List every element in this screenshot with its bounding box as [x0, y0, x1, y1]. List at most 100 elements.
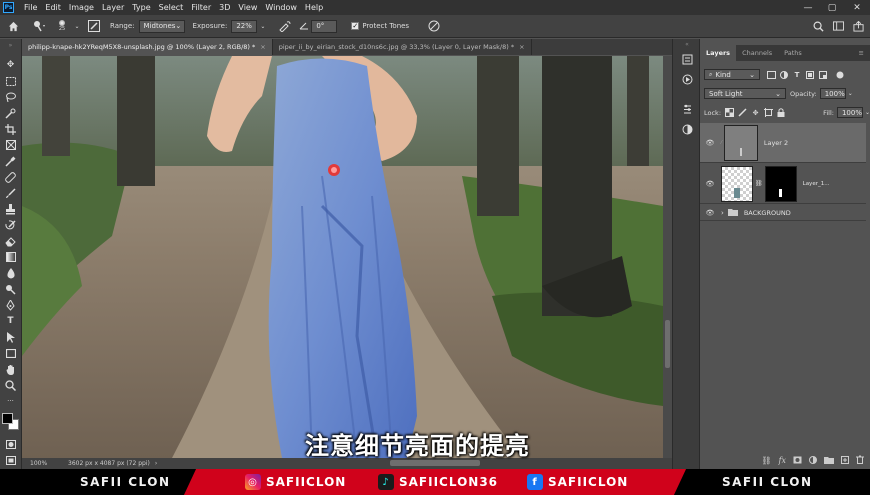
dock-collapse-icon[interactable]: « [680, 41, 694, 48]
vertical-scroll-thumb[interactable] [665, 320, 670, 368]
filter-adjustment-icon[interactable] [779, 70, 789, 80]
lock-all-icon[interactable] [776, 108, 786, 118]
layer-name[interactable]: BACKGROUND [744, 209, 791, 217]
menu-file[interactable]: File [20, 3, 41, 12]
document-canvas[interactable] [22, 56, 663, 458]
layer-row-layer-1[interactable]: 👁 ⛓ Layer_1... [700, 164, 866, 204]
zoom-level[interactable]: 100% [30, 460, 60, 467]
document-tab-active[interactable]: philipp-knape-hk2YReqM5X8-unsplash.jpg @… [22, 39, 273, 55]
new-layer-icon[interactable] [841, 455, 849, 466]
group-expand-chevron-icon[interactable]: › [721, 209, 724, 217]
layer-row-background-group[interactable]: 👁 › BACKGROUND [700, 205, 866, 221]
clone-stamp-tool-icon[interactable] [3, 202, 18, 216]
add-mask-icon[interactable] [793, 456, 802, 466]
visibility-eye-icon[interactable]: 👁 [705, 180, 715, 188]
zoom-tool-icon[interactable] [3, 378, 18, 392]
screen-mode-icon[interactable] [3, 453, 18, 467]
visibility-eye-icon[interactable]: 👁 [705, 209, 715, 217]
new-group-icon[interactable] [824, 456, 834, 466]
history-panel-icon[interactable] [680, 52, 694, 66]
layer-row-layer-2[interactable]: 👁 ⁄ Layer 2 [700, 123, 866, 163]
panel-menu-icon[interactable]: ≡ [853, 45, 870, 61]
document-info[interactable]: 3602 px x 4087 px (72 ppi) [68, 460, 150, 467]
close-tab-icon[interactable]: × [260, 43, 265, 51]
rectangle-tool-icon[interactable] [3, 346, 18, 360]
close-window-button[interactable]: ✕ [845, 0, 869, 15]
fill-chevron-icon[interactable]: ⌄ [865, 109, 870, 116]
dodge-tool-preset-button[interactable] [26, 15, 52, 38]
edit-toolbar-icon[interactable]: ··· [3, 394, 18, 408]
close-tab-icon[interactable]: × [519, 43, 524, 51]
dodge-tool-icon[interactable] [3, 282, 18, 296]
vertical-scrollbar[interactable] [663, 56, 672, 458]
lock-artboard-icon[interactable] [763, 108, 773, 118]
airbrush-button[interactable] [271, 15, 297, 38]
opacity-chevron-icon[interactable]: ⌄ [848, 90, 853, 97]
brush-settings-button[interactable] [82, 15, 106, 38]
fill-input[interactable]: 100% [836, 107, 863, 118]
document-tab[interactable]: piper_ii_by_eirian_stock_d10ns6c.jpg @ 3… [273, 39, 532, 55]
share-button[interactable] [850, 15, 866, 38]
tab-channels[interactable]: Channels [736, 45, 778, 61]
lasso-tool-icon[interactable] [3, 90, 18, 104]
new-adjustment-layer-icon[interactable] [809, 455, 817, 466]
status-chevron-icon[interactable]: › [155, 460, 157, 467]
lock-position-icon[interactable]: ✥ [751, 108, 761, 118]
menu-3d[interactable]: 3D [215, 3, 234, 12]
link-layers-icon[interactable]: ⛓ [761, 456, 771, 465]
lock-image-pixels-icon[interactable] [738, 108, 748, 118]
menu-select[interactable]: Select [155, 3, 188, 12]
adjustments-panel-icon[interactable] [680, 122, 694, 136]
frame-tool-icon[interactable] [3, 138, 18, 152]
home-button[interactable] [0, 15, 26, 38]
hand-tool-icon[interactable] [3, 362, 18, 376]
visibility-eye-icon[interactable]: 👁 [705, 139, 715, 147]
filter-shape-icon[interactable] [805, 70, 815, 80]
brush-dropdown-chevron-icon[interactable]: ⌄ [72, 15, 82, 38]
move-tool-icon[interactable]: ✥ [3, 58, 18, 72]
blend-mode-select[interactable]: Soft Light ⌄ [704, 88, 786, 99]
tab-paths[interactable]: Paths [778, 45, 808, 61]
maximize-button[interactable]: ▢ [820, 0, 844, 15]
quick-selection-tool-icon[interactable] [3, 106, 18, 120]
menu-layer[interactable]: Layer [98, 3, 128, 12]
range-select[interactable]: Midtones ⌄ [138, 19, 185, 33]
layer-style-icon[interactable]: fx [779, 456, 786, 465]
workspace-button[interactable] [830, 15, 846, 38]
path-selection-tool-icon[interactable] [3, 330, 18, 344]
filter-type-icon[interactable]: T [792, 70, 802, 80]
eyedropper-tool-icon[interactable] [3, 154, 18, 168]
history-brush-tool-icon[interactable] [3, 218, 18, 232]
eraser-tool-icon[interactable] [3, 234, 18, 248]
pen-tool-icon[interactable] [3, 298, 18, 312]
brush-tool-icon[interactable] [3, 186, 18, 200]
quick-mask-icon[interactable] [3, 437, 18, 451]
lock-transparent-pixels-icon[interactable] [725, 108, 735, 118]
pressure-size-button[interactable] [417, 15, 451, 38]
exposure-input[interactable]: 22% [231, 19, 258, 33]
marquee-tool-icon[interactable] [3, 74, 18, 88]
menu-image[interactable]: Image [65, 3, 98, 12]
filter-kind-select[interactable]: ⌕ Kind ⌄ [704, 69, 760, 80]
filter-pixel-icon[interactable] [766, 70, 776, 80]
menu-help[interactable]: Help [301, 3, 327, 12]
filter-toggle-icon[interactable] [835, 70, 845, 80]
blur-tool-icon[interactable] [3, 266, 18, 280]
menu-window[interactable]: Window [261, 3, 301, 12]
layer-mask-thumbnail[interactable] [764, 165, 797, 202]
type-tool-icon[interactable]: T [3, 314, 18, 328]
minimize-button[interactable]: — [796, 0, 820, 15]
tab-layers[interactable]: Layers [700, 45, 737, 61]
actions-panel-icon[interactable] [680, 72, 694, 86]
protect-tones-checkbox[interactable]: ✓ [351, 22, 360, 30]
layer-name[interactable]: Layer_1... [803, 181, 830, 187]
menu-filter[interactable]: Filter [187, 3, 215, 12]
angle-input[interactable]: 0° [311, 19, 338, 33]
layer-name[interactable]: Layer 2 [764, 139, 788, 147]
crop-tool-icon[interactable] [3, 122, 18, 136]
gradient-tool-icon[interactable] [3, 250, 18, 264]
toolbar-collapse-icon[interactable]: » [3, 43, 18, 49]
opacity-input[interactable]: 100% [819, 88, 846, 99]
exposure-chevron-icon[interactable]: ⌄ [260, 23, 265, 30]
menu-edit[interactable]: Edit [41, 3, 65, 12]
